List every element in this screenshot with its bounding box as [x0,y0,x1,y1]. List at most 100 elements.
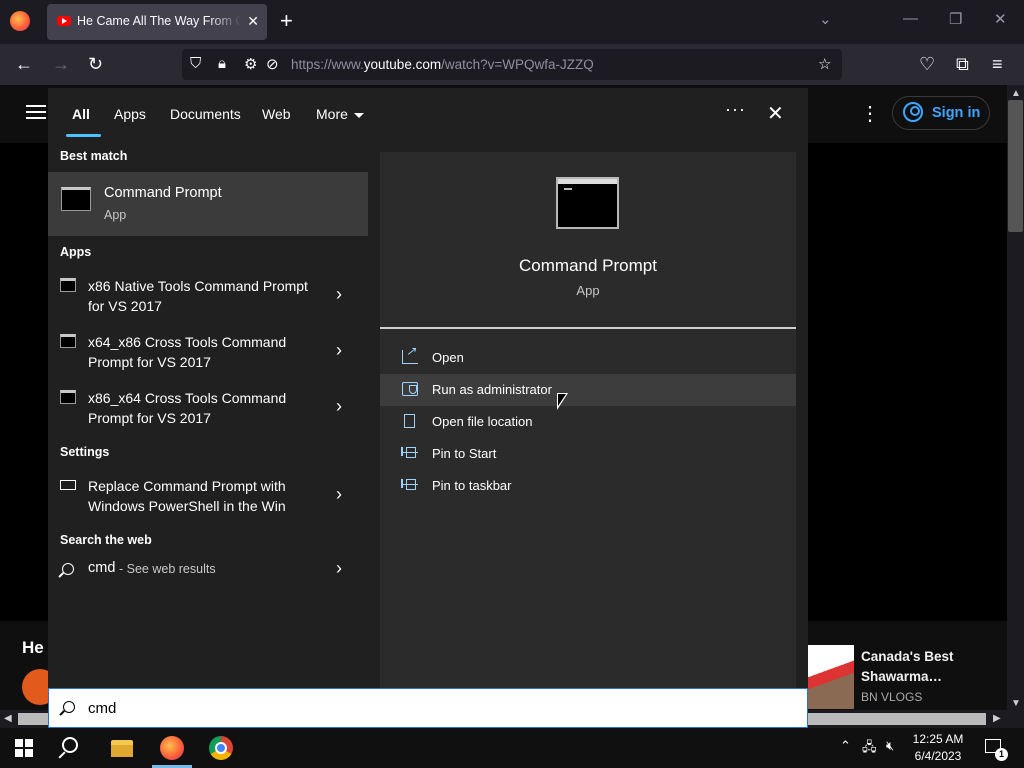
command-prompt-icon [60,390,76,404]
active-tab-indicator [66,134,101,137]
search-web-heading: Search the web [60,533,152,547]
start-button[interactable] [15,739,33,757]
network-icon[interactable]: 🖧︎ [862,738,877,760]
bookmark-star-icon[interactable]: ☆ [818,55,831,73]
search-icon [63,701,75,713]
youtube-menu-icon[interactable] [26,105,46,119]
shield-icon [402,382,418,396]
clock-date: 6/4/2023 [914,749,962,763]
sign-in-button[interactable]: Sign in [892,96,990,130]
clock[interactable]: 12:25 AM 6/4/2023 [900,731,976,765]
settings-display-icon [60,480,76,490]
windows-search-panel: All Apps Documents Web More ··· ✕ Best m… [48,88,808,688]
url-text: https://www.youtube.com/watch?v=WPQwfa-J… [291,57,594,72]
command-prompt-icon [61,187,91,211]
scroll-up-arrow[interactable]: ▲ [1011,88,1021,99]
action-pin-to-start-label: Pin to Start [432,446,497,461]
file-explorer-icon[interactable] [111,740,133,757]
close-search-icon[interactable]: ✕ [767,101,784,126]
autoplay-blocked-icon[interactable]: ⊘ [266,55,279,73]
scroll-right-arrow[interactable]: ▶ [993,713,1001,724]
url-bar[interactable]: ⛉ 🔒︎ ⚙ ⊘ https://www.youtube.com/watch?v… [182,49,842,80]
minimize-button[interactable]: — [903,10,918,27]
tab-documents[interactable]: Documents [170,106,241,122]
search-query-text: cmd [88,700,117,717]
best-match-item[interactable]: Command Prompt App [48,172,368,236]
browser-nav-bar: ← → ↻ ⛉ 🔒︎ ⚙ ⊘ https://www.youtube.com/w… [0,44,1024,85]
new-tab-button[interactable]: + [280,10,293,32]
settings-result-label: Replace Command Prompt with Windows Powe… [88,478,286,514]
app-result-item[interactable]: x64_x86 Cross Tools Command Prompt for V… [48,328,368,380]
browser-tab-bar: He Came All The Way From Ca ✕ + ⌄ — ❐ ✕ [0,0,1024,44]
taskbar-search-icon[interactable] [62,737,78,753]
extensions-icon[interactable]: ⧉ [956,54,969,74]
settings-heading: Settings [60,445,110,459]
chevron-right-icon[interactable]: › [336,340,342,361]
command-prompt-icon [60,278,76,292]
web-result-item[interactable]: cmd - See web results › [48,558,368,590]
detail-divider [380,327,796,329]
action-open-label: Open [432,350,464,365]
chevron-right-icon[interactable]: › [336,396,342,417]
notification-count-badge: 1 [995,748,1008,761]
action-pin-to-start[interactable]: Pin to Start [380,438,796,470]
tab-web[interactable]: Web [262,106,291,122]
chevron-right-icon[interactable]: › [336,558,342,579]
restore-button[interactable]: ❐ [949,10,962,28]
shield-icon[interactable]: ⛉ [190,55,201,72]
action-pin-to-taskbar-label: Pin to taskbar [432,478,512,493]
result-detail-pane: Command Prompt App Open Run as administr… [380,152,796,688]
list-all-tabs-icon[interactable]: ⌄ [819,10,832,28]
caret-down-icon [353,112,364,118]
permissions-icon[interactable]: ⚙ [244,55,257,73]
close-tab-icon[interactable]: ✕ [247,13,259,30]
mouse-cursor [557,393,568,410]
lock-icon[interactable]: 🔒︎ [218,55,226,72]
app-result-label: x86_x64 Cross Tools Command Prompt for V… [88,390,287,426]
command-prompt-icon [556,177,619,229]
detail-app-name: Command Prompt [519,256,657,275]
firefox-menu-icon[interactable] [10,11,30,31]
recommended-title[interactable]: Canada's Best Shawarma… [861,647,981,687]
back-button[interactable]: ← [15,54,33,74]
action-run-as-admin-label: Run as administrator [432,382,552,397]
app-result-item[interactable]: x86_x64 Cross Tools Command Prompt for V… [48,384,368,436]
action-run-as-administrator[interactable]: Run as administrator [380,374,796,406]
app-result-label: x64_x86 Cross Tools Command Prompt for V… [88,334,287,370]
action-pin-to-taskbar[interactable]: Pin to taskbar [380,470,796,502]
tab-all[interactable]: All [72,106,90,122]
account-icon [903,102,923,122]
search-icon [62,563,74,575]
scroll-left-arrow[interactable]: ◀ [4,713,12,724]
app-result-item[interactable]: x86 Native Tools Command Prompt for VS 2… [48,272,368,324]
chevron-right-icon[interactable]: › [336,284,342,305]
firefox-taskbar-icon[interactable] [160,736,184,760]
close-window-button[interactable]: ✕ [994,10,1007,28]
forward-button[interactable]: → [52,54,70,74]
scroll-down-arrow[interactable]: ▼ [1011,698,1021,709]
pin-icon [401,479,418,490]
app-result-label: x86 Native Tools Command Prompt for VS 2… [88,278,308,314]
app-menu-icon[interactable]: ≡ [992,54,1003,74]
volume-muted-icon[interactable]: 🔇︎ [886,738,894,754]
search-input[interactable]: cmd [48,688,808,728]
settings-kebab-icon[interactable]: ⋮ [860,101,880,126]
tab-title: He Came All The Way From Ca [77,14,241,28]
action-open-file-location[interactable]: Open file location [380,406,796,438]
pocket-icon[interactable]: ♡ [919,54,935,74]
show-hidden-icons-chevron-icon[interactable]: ⌃ [840,738,851,754]
tab-apps[interactable]: Apps [114,106,146,122]
vertical-scroll-thumb[interactable] [1008,100,1023,232]
best-match-name: Command Prompt [104,185,222,201]
action-open[interactable]: Open [380,342,796,374]
chrome-taskbar-icon[interactable] [209,736,233,760]
recommended-channel[interactable]: BN VLOGS [861,690,922,704]
video-title: He [22,638,44,657]
recommended-thumbnail[interactable] [808,645,854,709]
tab-more[interactable]: More [316,106,364,122]
reload-button[interactable]: ↻ [88,54,103,74]
browser-tab[interactable]: He Came All The Way From Ca ✕ [47,4,267,40]
more-options-icon[interactable]: ··· [725,99,746,120]
chevron-right-icon[interactable]: › [336,484,342,505]
settings-result-item[interactable]: Replace Command Prompt with Windows Powe… [48,472,368,524]
